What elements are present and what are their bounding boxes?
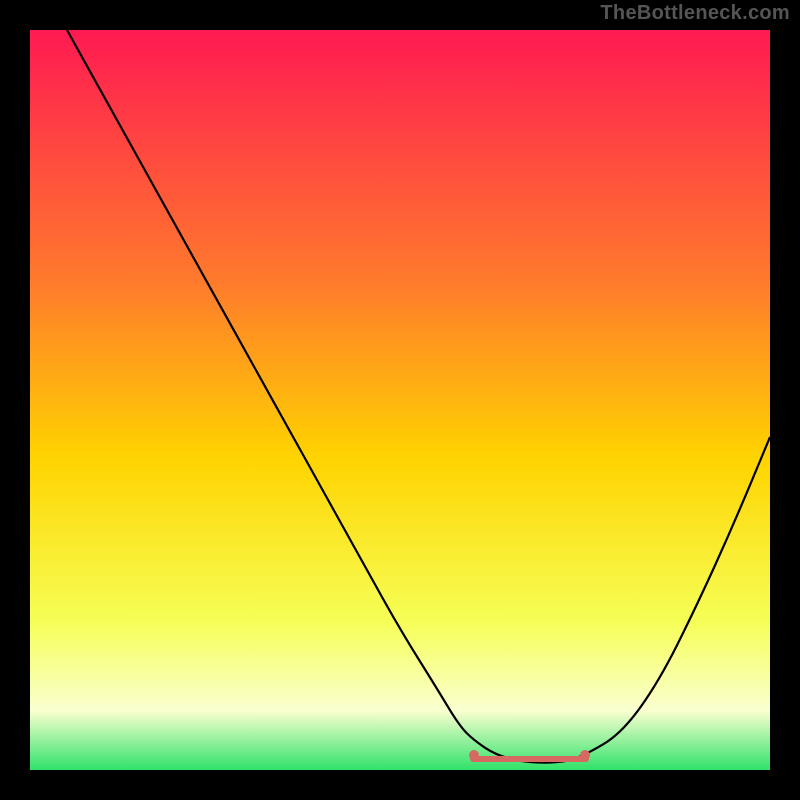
bottleneck-curve: [30, 30, 770, 770]
optimal-range-marker: [470, 756, 589, 762]
chart-frame: TheBottleneck.com: [0, 0, 800, 800]
watermark-text: TheBottleneck.com: [600, 2, 790, 25]
curve-path: [67, 30, 770, 763]
plot-area: [30, 30, 770, 770]
